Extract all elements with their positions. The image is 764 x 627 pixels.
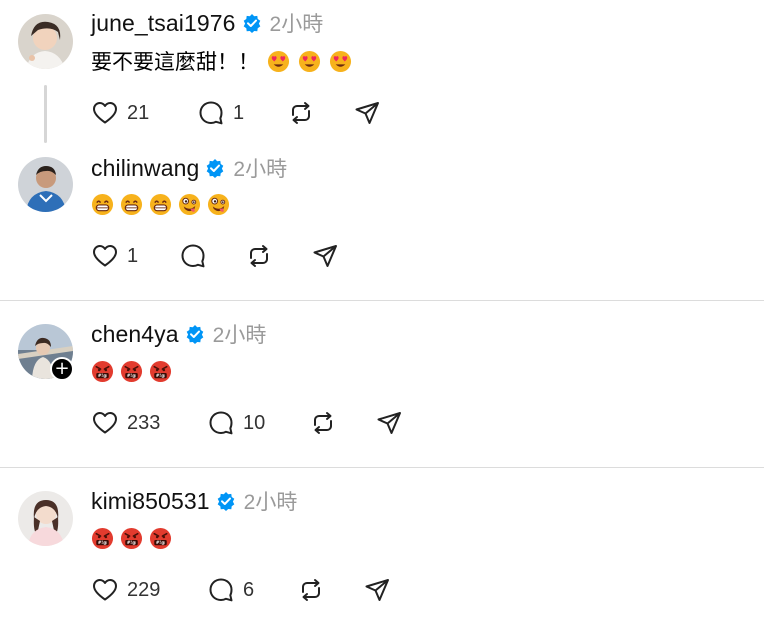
follow-button[interactable]: + (50, 357, 74, 381)
send-icon (377, 412, 401, 434)
reply-button[interactable]: 6 (207, 575, 254, 605)
action-bar: 233 10 (91, 408, 691, 438)
plus-icon: + (54, 358, 70, 379)
verified-badge-icon (207, 159, 224, 178)
username[interactable]: chilinwang (91, 155, 199, 182)
heart-icon (93, 245, 117, 267)
repost-icon (250, 245, 268, 267)
heart-icon (93, 412, 117, 434)
comment-item: chilinwang 2小時 1 (0, 150, 764, 300)
action-bar: 1 (91, 241, 691, 271)
username[interactable]: june_tsai1976 (91, 10, 236, 37)
reply-count: 6 (243, 578, 255, 601)
share-button[interactable] (353, 98, 381, 128)
comment-item: kimi850531 2小時 #!@ #!@ #!@ 229 6 (0, 468, 764, 627)
cursing-emoji-icon: #!@ (149, 527, 172, 550)
verified-badge-icon (217, 492, 234, 511)
zany-emoji-icon (207, 193, 230, 216)
avatar[interactable] (18, 157, 73, 212)
share-button[interactable] (363, 575, 391, 605)
repost-button[interactable] (297, 575, 325, 605)
grinning-emoji-icon (120, 193, 143, 216)
comment-text: 要不要這麼甜！！ (91, 51, 259, 74)
like-button[interactable]: 233 (91, 408, 160, 438)
comment-body: #!@ #!@ #!@ (91, 357, 172, 385)
like-button[interactable]: 21 (91, 98, 149, 128)
comment-icon (209, 578, 233, 602)
timestamp: 2小時 (233, 158, 288, 181)
cursing-emoji-icon: #!@ (91, 360, 114, 383)
repost-button[interactable] (309, 408, 337, 438)
like-count: 21 (127, 101, 150, 124)
comment-icon (181, 244, 205, 268)
svg-text:#!@: #!@ (127, 373, 136, 378)
grinning-emoji-icon (149, 193, 172, 216)
svg-text:#!@: #!@ (98, 373, 107, 378)
repost-button[interactable] (245, 241, 273, 271)
comment-header: june_tsai1976 2小時 (91, 8, 323, 38)
comment-header: chen4ya 2小時 (91, 319, 266, 349)
like-count: 233 (127, 411, 161, 434)
comment-header: kimi850531 2小時 (91, 486, 297, 516)
zany-emoji-icon (178, 193, 201, 216)
svg-text:#!@: #!@ (98, 540, 107, 545)
comment-body: #!@ #!@ #!@ (91, 524, 172, 552)
comment-item: + chen4ya 2小時 #!@ #!@ #!@ 233 10 (0, 301, 764, 467)
username[interactable]: kimi850531 (91, 488, 210, 515)
share-button[interactable] (311, 241, 339, 271)
heart-eyes-emoji-icon (298, 50, 321, 73)
like-button[interactable]: 1 (91, 241, 138, 271)
share-button[interactable] (375, 408, 403, 438)
grinning-emoji-icon (91, 193, 114, 216)
svg-text:#!@: #!@ (156, 373, 165, 378)
thread-line (44, 85, 47, 143)
timestamp: 2小時 (269, 13, 324, 36)
cursing-emoji-icon: #!@ (120, 527, 143, 550)
send-icon (365, 579, 389, 601)
heart-icon (93, 102, 117, 124)
comment-item: june_tsai1976 2小時 要不要這麼甜！！ 21 1 (0, 0, 764, 150)
timestamp: 2小時 (212, 324, 267, 347)
comment-header: chilinwang 2小時 (91, 153, 287, 183)
avatar[interactable] (18, 14, 73, 69)
repost-icon (302, 579, 320, 601)
comment-icon (199, 101, 223, 125)
verified-badge-icon (243, 14, 260, 33)
comment-body (91, 190, 230, 218)
svg-text:#!@: #!@ (127, 540, 136, 545)
cursing-emoji-icon: #!@ (149, 360, 172, 383)
username[interactable]: chen4ya (91, 321, 179, 348)
reply-button[interactable]: 1 (197, 98, 244, 128)
reply-count: 10 (243, 411, 266, 434)
reply-button[interactable] (179, 241, 215, 271)
repost-button[interactable] (287, 98, 315, 128)
send-icon (313, 245, 337, 267)
reply-count: 1 (233, 101, 245, 124)
avatar[interactable] (18, 491, 73, 546)
heart-eyes-emoji-icon (329, 50, 352, 73)
send-icon (355, 102, 379, 124)
comment-body: 要不要這麼甜！！ (91, 47, 352, 75)
action-bar: 229 6 (91, 575, 691, 605)
svg-text:#!@: #!@ (156, 540, 165, 545)
heart-icon (93, 579, 117, 601)
verified-badge-icon (186, 325, 203, 344)
action-bar: 21 1 (91, 98, 691, 128)
heart-eyes-emoji-icon (267, 50, 290, 73)
reply-button[interactable]: 10 (207, 408, 265, 438)
like-button[interactable]: 229 (91, 575, 160, 605)
comment-icon (209, 411, 233, 435)
repost-icon (314, 412, 332, 434)
like-count: 1 (127, 244, 139, 267)
like-count: 229 (127, 578, 161, 601)
cursing-emoji-icon: #!@ (120, 360, 143, 383)
cursing-emoji-icon: #!@ (91, 527, 114, 550)
repost-icon (292, 102, 310, 124)
timestamp: 2小時 (243, 491, 298, 514)
